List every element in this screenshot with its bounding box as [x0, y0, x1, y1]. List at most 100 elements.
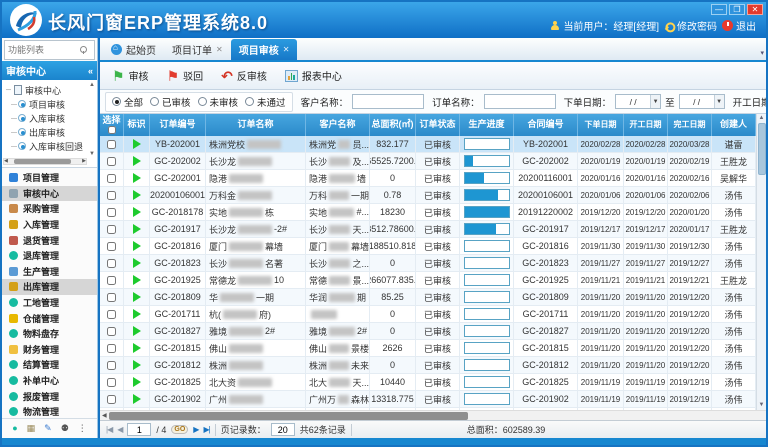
- sidebar-item-物料盘存[interactable]: 物料盘存: [2, 326, 97, 342]
- row-checkbox[interactable]: [107, 191, 116, 200]
- table-row[interactable]: GC-2018178实地栋实地#...18230已审核2019122000220…: [100, 204, 756, 221]
- column-header-标识[interactable]: 标识: [124, 114, 150, 136]
- table-row[interactable]: GC-201815佛山佛山景楼2626已审核GC-2018152019/11/2…: [100, 340, 756, 357]
- first-page-button[interactable]: |◀: [106, 425, 112, 434]
- scrollbar-thumb[interactable]: [109, 412, 469, 420]
- prev-page-button[interactable]: ◀: [117, 425, 122, 434]
- scroll-left-icon[interactable]: ◀: [4, 159, 8, 164]
- next-page-button[interactable]: ▶: [193, 425, 198, 434]
- last-page-button[interactable]: ▶|: [203, 425, 209, 434]
- sidebar-item-采购管理[interactable]: 采购管理: [2, 201, 97, 217]
- go-button[interactable]: GO: [171, 425, 188, 434]
- close-button[interactable]: ✕: [747, 4, 763, 15]
- table-row[interactable]: GC-201823长沙名著长沙之...0已审核GC-2018232019/11/…: [100, 255, 756, 272]
- table-row[interactable]: YB-202001株洲党校株洲党员...832.177已审核YB-2020012…: [100, 136, 756, 153]
- audit-button[interactable]: ⚑ 审核: [108, 66, 153, 85]
- row-checkbox[interactable]: [107, 140, 116, 149]
- scroll-left-icon[interactable]: ◀: [100, 412, 109, 419]
- sidebar-item-出库管理[interactable]: 出库管理: [2, 279, 97, 295]
- sidebar-item-报废管理[interactable]: 报废管理: [2, 388, 97, 404]
- scroll-right-icon[interactable]: ▶: [82, 159, 86, 164]
- page-size-input[interactable]: [271, 423, 295, 436]
- tab-项目订单[interactable]: 项目订单✕: [164, 39, 231, 60]
- table-row[interactable]: GC-201711杭(府)0已审核GC-2017112019/11/202019…: [100, 306, 756, 323]
- tree-expander-icon[interactable]: ─: [6, 87, 11, 94]
- table-row[interactable]: GC-202002长沙龙长沙及...65525.7200..已审核GC-2020…: [100, 153, 756, 170]
- order-date-to-picker[interactable]: / /▼: [679, 94, 725, 109]
- column-header-订单状态[interactable]: 订单状态: [416, 114, 460, 136]
- sidebar-item-补单中心[interactable]: 补单中心: [2, 373, 97, 389]
- column-header-完工日期[interactable]: 完工日期: [668, 114, 712, 136]
- row-checkbox[interactable]: [107, 378, 116, 387]
- person-icon[interactable]: ⚉: [61, 424, 69, 433]
- scroll-down-icon[interactable]: ▼: [89, 151, 95, 157]
- row-checkbox[interactable]: [107, 395, 116, 404]
- column-header-生产进度[interactable]: 生产进度: [460, 114, 514, 136]
- tree-horizontal-scrollbar[interactable]: ◀ ▶: [3, 158, 87, 165]
- tab-起始页[interactable]: 起始页: [103, 39, 164, 60]
- sidebar-item-物流管理[interactable]: 物流管理: [2, 404, 97, 418]
- reverse-audit-button[interactable]: ↶ 反审核: [217, 66, 271, 85]
- scroll-up-icon[interactable]: ▲: [759, 114, 765, 123]
- chevron-down-icon[interactable]: ▼: [650, 95, 660, 108]
- column-header-选择[interactable]: 选择: [100, 114, 124, 136]
- order-name-input[interactable]: [484, 94, 556, 109]
- row-checkbox[interactable]: [107, 276, 116, 285]
- row-checkbox[interactable]: [107, 310, 116, 319]
- tree-item-出库审核[interactable]: 出库审核: [6, 125, 87, 139]
- sidebar-item-退库管理[interactable]: 退库管理: [2, 248, 97, 264]
- chevron-down-icon[interactable]: ▼: [714, 95, 724, 108]
- row-checkbox[interactable]: [107, 174, 116, 183]
- tab-overflow-icon[interactable]: ▾: [760, 49, 764, 57]
- column-header-下单日期[interactable]: 下单日期: [578, 114, 624, 136]
- row-checkbox[interactable]: [107, 208, 116, 217]
- customer-name-input[interactable]: [352, 94, 424, 109]
- scrollbar-thumb[interactable]: [14, 159, 71, 164]
- column-header-创建人[interactable]: 创建人: [712, 114, 756, 136]
- row-checkbox[interactable]: [107, 361, 116, 370]
- column-header-订单名称[interactable]: 订单名称: [206, 114, 306, 136]
- sidebar-item-财务管理[interactable]: 财务管理: [2, 342, 97, 358]
- circle-icon[interactable]: ●: [12, 424, 17, 433]
- radio-已审核[interactable]: 已审核: [150, 95, 191, 109]
- row-checkbox[interactable]: [107, 259, 116, 268]
- page-number-input[interactable]: [127, 423, 151, 436]
- row-checkbox[interactable]: [107, 157, 116, 166]
- sidebar-item-结算管理[interactable]: 结算管理: [2, 357, 97, 373]
- collapse-icon[interactable]: «: [88, 66, 93, 76]
- table-row[interactable]: GC-202001隐港隐港墙0已审核202001160012020/01/162…: [100, 170, 756, 187]
- table-row[interactable]: GC-201925常德龙10常德景...266077.835..已审核GC-20…: [100, 272, 756, 289]
- select-all-checkbox[interactable]: [108, 126, 116, 134]
- sidebar-item-退货管理[interactable]: 退货管理: [2, 232, 97, 248]
- tab-close-icon[interactable]: ✕: [283, 45, 290, 54]
- row-checkbox[interactable]: [107, 225, 116, 234]
- column-header-合同编号[interactable]: 合同编号: [514, 114, 578, 136]
- table-row[interactable]: GC-201902广州广州万森林13318.775已审核GC-201902201…: [100, 391, 756, 408]
- row-checkbox[interactable]: [107, 242, 116, 251]
- scroll-down-icon[interactable]: ▼: [759, 401, 765, 410]
- radio-未通过[interactable]: 未通过: [245, 95, 286, 109]
- tab-项目审核[interactable]: 项目审核✕: [231, 39, 298, 60]
- sidebar-item-项目管理[interactable]: 项目管理: [2, 170, 97, 186]
- table-row[interactable]: 20200106001万科金万科一期0.78已审核202001060012020…: [100, 187, 756, 204]
- tree-vertical-scroll[interactable]: ▲▼: [88, 82, 96, 157]
- function-search-box[interactable]: [4, 40, 95, 60]
- table-row[interactable]: GC-201825北大资北大天...10440已审核GC-2018252019/…: [100, 374, 756, 391]
- row-checkbox[interactable]: [107, 344, 116, 353]
- table-row[interactable]: GC-201917长沙龙-2#长沙天...8512.78600..已审核GC-2…: [100, 221, 756, 238]
- tree-item-项目审核[interactable]: 项目审核: [6, 97, 87, 111]
- cart-icon[interactable]: ▦: [27, 424, 36, 433]
- table-row[interactable]: GC-201812株洲株洲未来0已审核GC-2018122019/11/2020…: [100, 357, 756, 374]
- radio-全部[interactable]: 全部: [112, 95, 143, 109]
- sidebar-item-生产管理[interactable]: 生产管理: [2, 264, 97, 280]
- row-checkbox[interactable]: [107, 293, 116, 302]
- tree-item-入库审核回退[interactable]: 入库审核回退: [6, 139, 87, 153]
- sidebar-item-审核中心[interactable]: 审核中心: [2, 186, 97, 202]
- sidebar-item-工地管理[interactable]: 工地管理: [2, 295, 97, 311]
- order-date-from-picker[interactable]: / /▼: [615, 94, 661, 109]
- column-header-客户名称[interactable]: 客户名称: [306, 114, 370, 136]
- sidebar-item-入库管理[interactable]: 入库管理: [2, 217, 97, 233]
- pencil-icon[interactable]: ✎: [44, 424, 52, 433]
- table-row[interactable]: GC-201827雅境2#雅境2#0已审核GC-2018272019/11/20…: [100, 323, 756, 340]
- more-icon[interactable]: ⋮: [78, 424, 87, 433]
